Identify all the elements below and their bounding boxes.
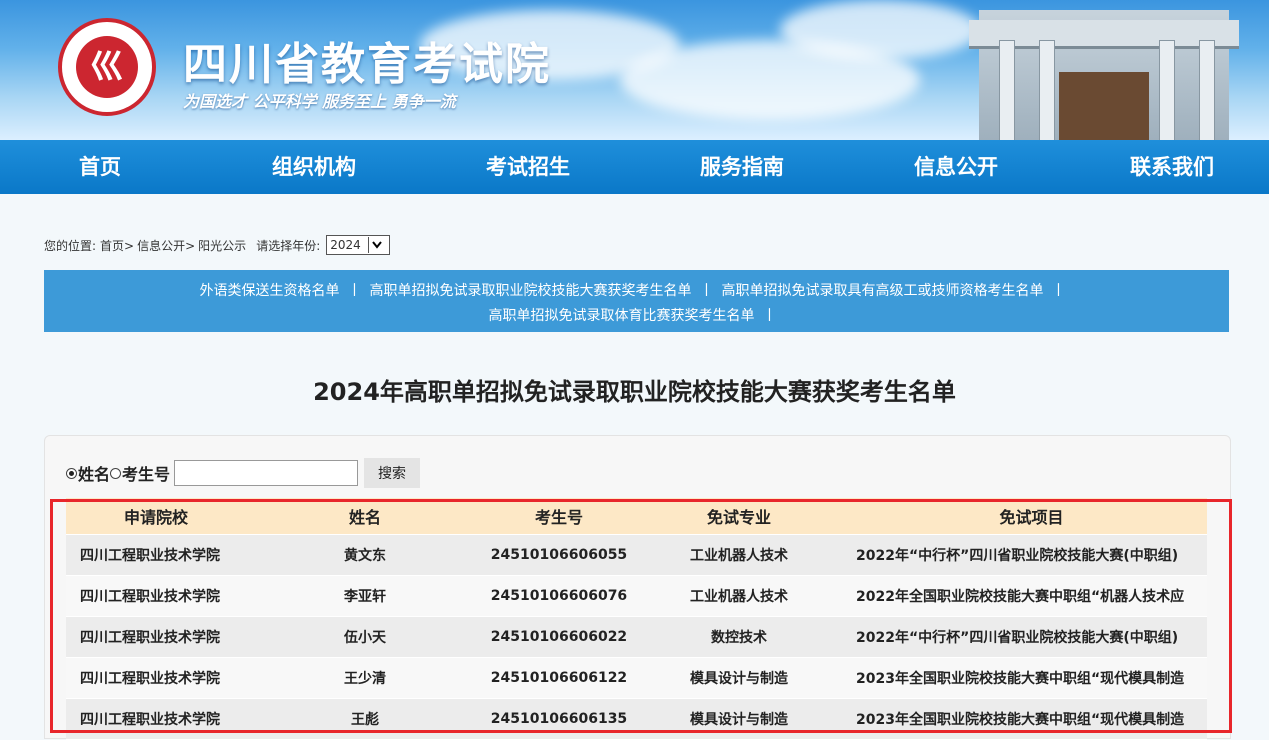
category-links: 外语类保送生资格名单丨高职单招拟免试录取职业院校技能大赛获奖考生名单丨高职单招拟… xyxy=(44,270,1229,332)
table-row: 四川工程职业技术学院 黄文东 24510106606055 工业机器人技术 20… xyxy=(66,535,1207,576)
cell-project: 2022年“中行杯”四川省职业院校技能大赛(中职组) xyxy=(856,630,1179,646)
cell-name: 李亚轩 xyxy=(344,589,386,605)
table-row: 四川工程职业技术学院 王少清 24510106606122 模具设计与制造 20… xyxy=(66,658,1207,699)
radio-exam-id[interactable]: 考生号 xyxy=(110,461,170,485)
cell-exam-id: 24510106606135 xyxy=(490,711,628,727)
breadcrumb-prefix: 您的位置: xyxy=(44,238,97,253)
nav-item-contact[interactable]: 联系我们 xyxy=(1130,140,1214,194)
cell-major: 数控技术 xyxy=(711,630,767,646)
nav-item-organization[interactable]: 组织机构 xyxy=(272,140,356,194)
breadcrumb-current: 阳光公示 xyxy=(198,238,247,253)
cell-project: 2023年全国职业院校技能大赛中职组“现代模具制造 xyxy=(856,712,1185,728)
year-select[interactable]: 2024 xyxy=(326,235,390,255)
table-header: 申请院校 姓名 考生号 免试专业 免试项目 xyxy=(66,498,1207,535)
link-foreign-language-list[interactable]: 外语类保送生资格名单 xyxy=(200,283,340,299)
cell-project: 2022年“中行杯”四川省职业院校技能大赛(中职组) xyxy=(856,548,1179,564)
column-header-exam-id: 考生号 xyxy=(534,508,583,527)
cell-major: 工业机器人技术 xyxy=(690,548,788,564)
building-image xyxy=(969,10,1239,140)
cell-project: 2023年全国职业院校技能大赛中职组“现代模具制造 xyxy=(856,671,1185,687)
column-header-major: 免试专业 xyxy=(706,508,771,527)
nav-item-exams[interactable]: 考试招生 xyxy=(486,140,570,194)
breadcrumb-info[interactable]: 信息公开> xyxy=(137,237,195,254)
site-header: 巛 四川省教育考试院 为国选才 公平科学 服务至上 勇争一流 xyxy=(0,0,1269,140)
link-skills-competition-list[interactable]: 高职单招拟免试录取职业院校技能大赛获奖考生名单 xyxy=(370,283,692,299)
radio-name-dot[interactable] xyxy=(66,467,77,479)
radio-exam-id-dot[interactable] xyxy=(110,467,122,479)
site-slogan: 为国选才 公平科学 服务至上 勇争一流 xyxy=(183,92,456,111)
cell-school: 四川工程职业技术学院 xyxy=(80,589,220,605)
category-links-row-2: 高职单招拟免试录取体育比赛获奖考生名单丨 xyxy=(488,308,777,324)
cell-name: 黄文东 xyxy=(344,548,386,564)
search-input[interactable] xyxy=(174,460,359,486)
cell-exam-id: 24510106606055 xyxy=(490,547,628,563)
cell-major: 模具设计与制造 xyxy=(690,671,788,687)
page-title: 2024年高职单招拟免试录取职业院校技能大赛获奖考生名单 xyxy=(313,378,956,406)
year-select-value: 2024 xyxy=(330,238,361,252)
site-logo[interactable]: 巛 xyxy=(58,18,156,116)
cell-major: 模具设计与制造 xyxy=(690,712,788,728)
cell-name: 王少清 xyxy=(344,671,386,687)
site-title[interactable]: 四川省教育考试院 xyxy=(183,28,551,92)
cell-major: 工业机器人技术 xyxy=(690,589,788,605)
cell-exam-id: 24510106606022 xyxy=(490,629,628,645)
table-row: 四川工程职业技术学院 李亚轩 24510106606076 工业机器人技术 20… xyxy=(66,576,1207,617)
cell-school: 四川工程职业技术学院 xyxy=(80,671,220,687)
nav-item-info-disclosure[interactable]: 信息公开 xyxy=(914,140,998,194)
radio-name[interactable]: 姓名 xyxy=(66,461,110,485)
table-row: 四川工程职业技术学院 王彪 24510106606135 模具设计与制造 202… xyxy=(66,699,1207,740)
chevron-down-icon[interactable] xyxy=(367,237,385,253)
main-nav: 首页 组织机构 考试招生 服务指南 信息公开 联系我们 xyxy=(0,140,1269,194)
cell-exam-id: 24510106606122 xyxy=(490,670,628,686)
link-sports-competition-list[interactable]: 高职单招拟免试录取体育比赛获奖考生名单 xyxy=(489,308,755,324)
nav-item-home[interactable]: 首页 xyxy=(79,140,121,194)
cell-name: 王彪 xyxy=(351,712,379,728)
cell-school: 四川工程职业技术学院 xyxy=(80,712,220,728)
year-label: 请选择年份: xyxy=(256,238,321,253)
breadcrumb-home[interactable]: 首页> xyxy=(100,237,134,254)
results-table: 申请院校 姓名 考生号 免试专业 免试项目 四川工程职业技术学院 黄文东 245… xyxy=(66,498,1207,740)
table-row: 四川工程职业技术学院 伍小天 24510106606022 数控技术 2022年… xyxy=(66,617,1207,658)
category-links-row-1: 外语类保送生资格名单丨高职单招拟免试录取职业院校技能大赛获奖考生名单丨高职单招拟… xyxy=(199,283,1066,299)
cell-exam-id: 24510106606076 xyxy=(490,588,628,604)
search-bar: 姓名 考生号 搜索 xyxy=(66,458,421,488)
link-senior-technician-list[interactable]: 高职单招拟免试录取具有高级工或技师资格考生名单 xyxy=(722,283,1044,299)
cell-school: 四川工程职业技术学院 xyxy=(80,548,220,564)
cell-project: 2022年全国职业院校技能大赛中职组“机器人技术应 xyxy=(856,589,1185,605)
breadcrumb: 您的位置: 首页> 信息公开> 阳光公示 请选择年份: 2024 xyxy=(44,235,394,255)
column-header-school: 申请院校 xyxy=(123,508,188,527)
nav-item-service-guide[interactable]: 服务指南 xyxy=(700,140,784,194)
cell-name: 伍小天 xyxy=(344,630,386,646)
column-header-name: 姓名 xyxy=(348,508,381,527)
cell-school: 四川工程职业技术学院 xyxy=(80,630,220,646)
column-header-project: 免试项目 xyxy=(999,508,1064,527)
search-button[interactable]: 搜索 xyxy=(364,458,421,488)
